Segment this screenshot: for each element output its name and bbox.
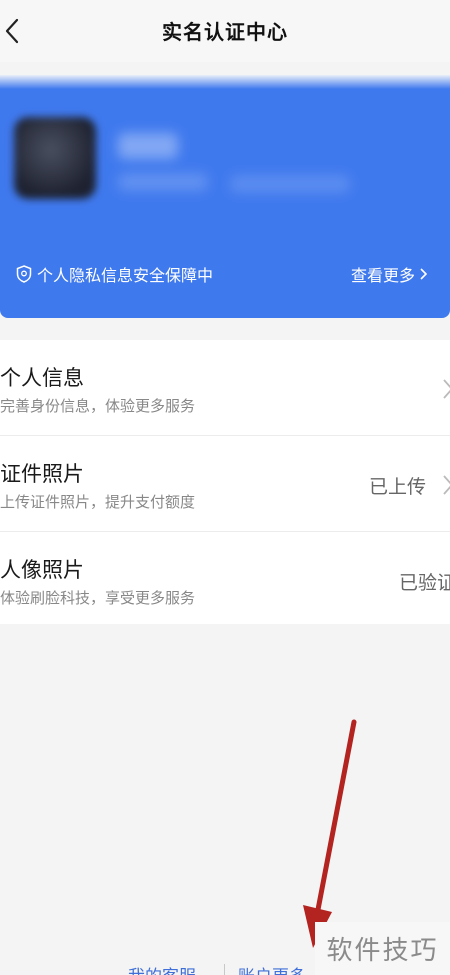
list-item-subtitle: 体验刷脸科技，享受更多服务 (0, 589, 196, 607)
blurred-info-2 (118, 173, 208, 191)
chevron-right-icon (443, 475, 450, 495)
chevron-right-icon (420, 268, 428, 280)
page-title: 实名认证中心 (162, 20, 288, 44)
status-label: 已验证 (398, 572, 450, 594)
chevron-right-icon (443, 379, 450, 399)
customer-service-link[interactable]: 我的客服 (128, 962, 196, 975)
list-item-subtitle: 完善身份信息，体验更多服务 (0, 397, 196, 415)
privacy-notice: 个人隐私信息安全保障中 (16, 262, 213, 286)
list-item-title: 个人信息 (0, 366, 84, 390)
verification-list: 个人信息 完善身份信息，体验更多服务 证件照片 上传证件照片，提升支付额度 已上… (0, 340, 450, 624)
list-item-id-photo[interactable]: 证件照片 上传证件照片，提升支付额度 已上传 (0, 436, 450, 532)
status-label: 已上传 (368, 476, 426, 498)
list-item-title: 人像照片 (0, 558, 84, 582)
annotation-arrow-shaft (313, 719, 357, 923)
avatar (14, 117, 96, 199)
list-item-face-photo[interactable]: 人像照片 体验刷脸科技，享受更多服务 已验证 (0, 532, 450, 624)
profile-banner: 个人隐私信息安全保障中 查看更多 (0, 75, 450, 318)
list-item-personal-info[interactable]: 个人信息 完善身份信息，体验更多服务 (0, 340, 450, 436)
footer-divider (224, 964, 225, 975)
account-more-link[interactable]: 账户更多 (238, 962, 306, 975)
blurred-info (230, 175, 350, 193)
watermark: 软件技巧 (315, 922, 450, 975)
list-item-subtitle: 上传证件照片，提升支付额度 (0, 493, 196, 511)
view-more-link[interactable]: 查看更多 (351, 262, 428, 286)
shield-icon (16, 265, 32, 283)
list-item-title: 证件照片 (0, 462, 84, 486)
privacy-text: 个人隐私信息安全保障中 (37, 266, 214, 285)
banner-glow (0, 75, 450, 89)
blurred-name (118, 133, 178, 159)
view-more-label: 查看更多 (350, 266, 415, 285)
nav-bar: 实名认证中心 (0, 0, 450, 62)
